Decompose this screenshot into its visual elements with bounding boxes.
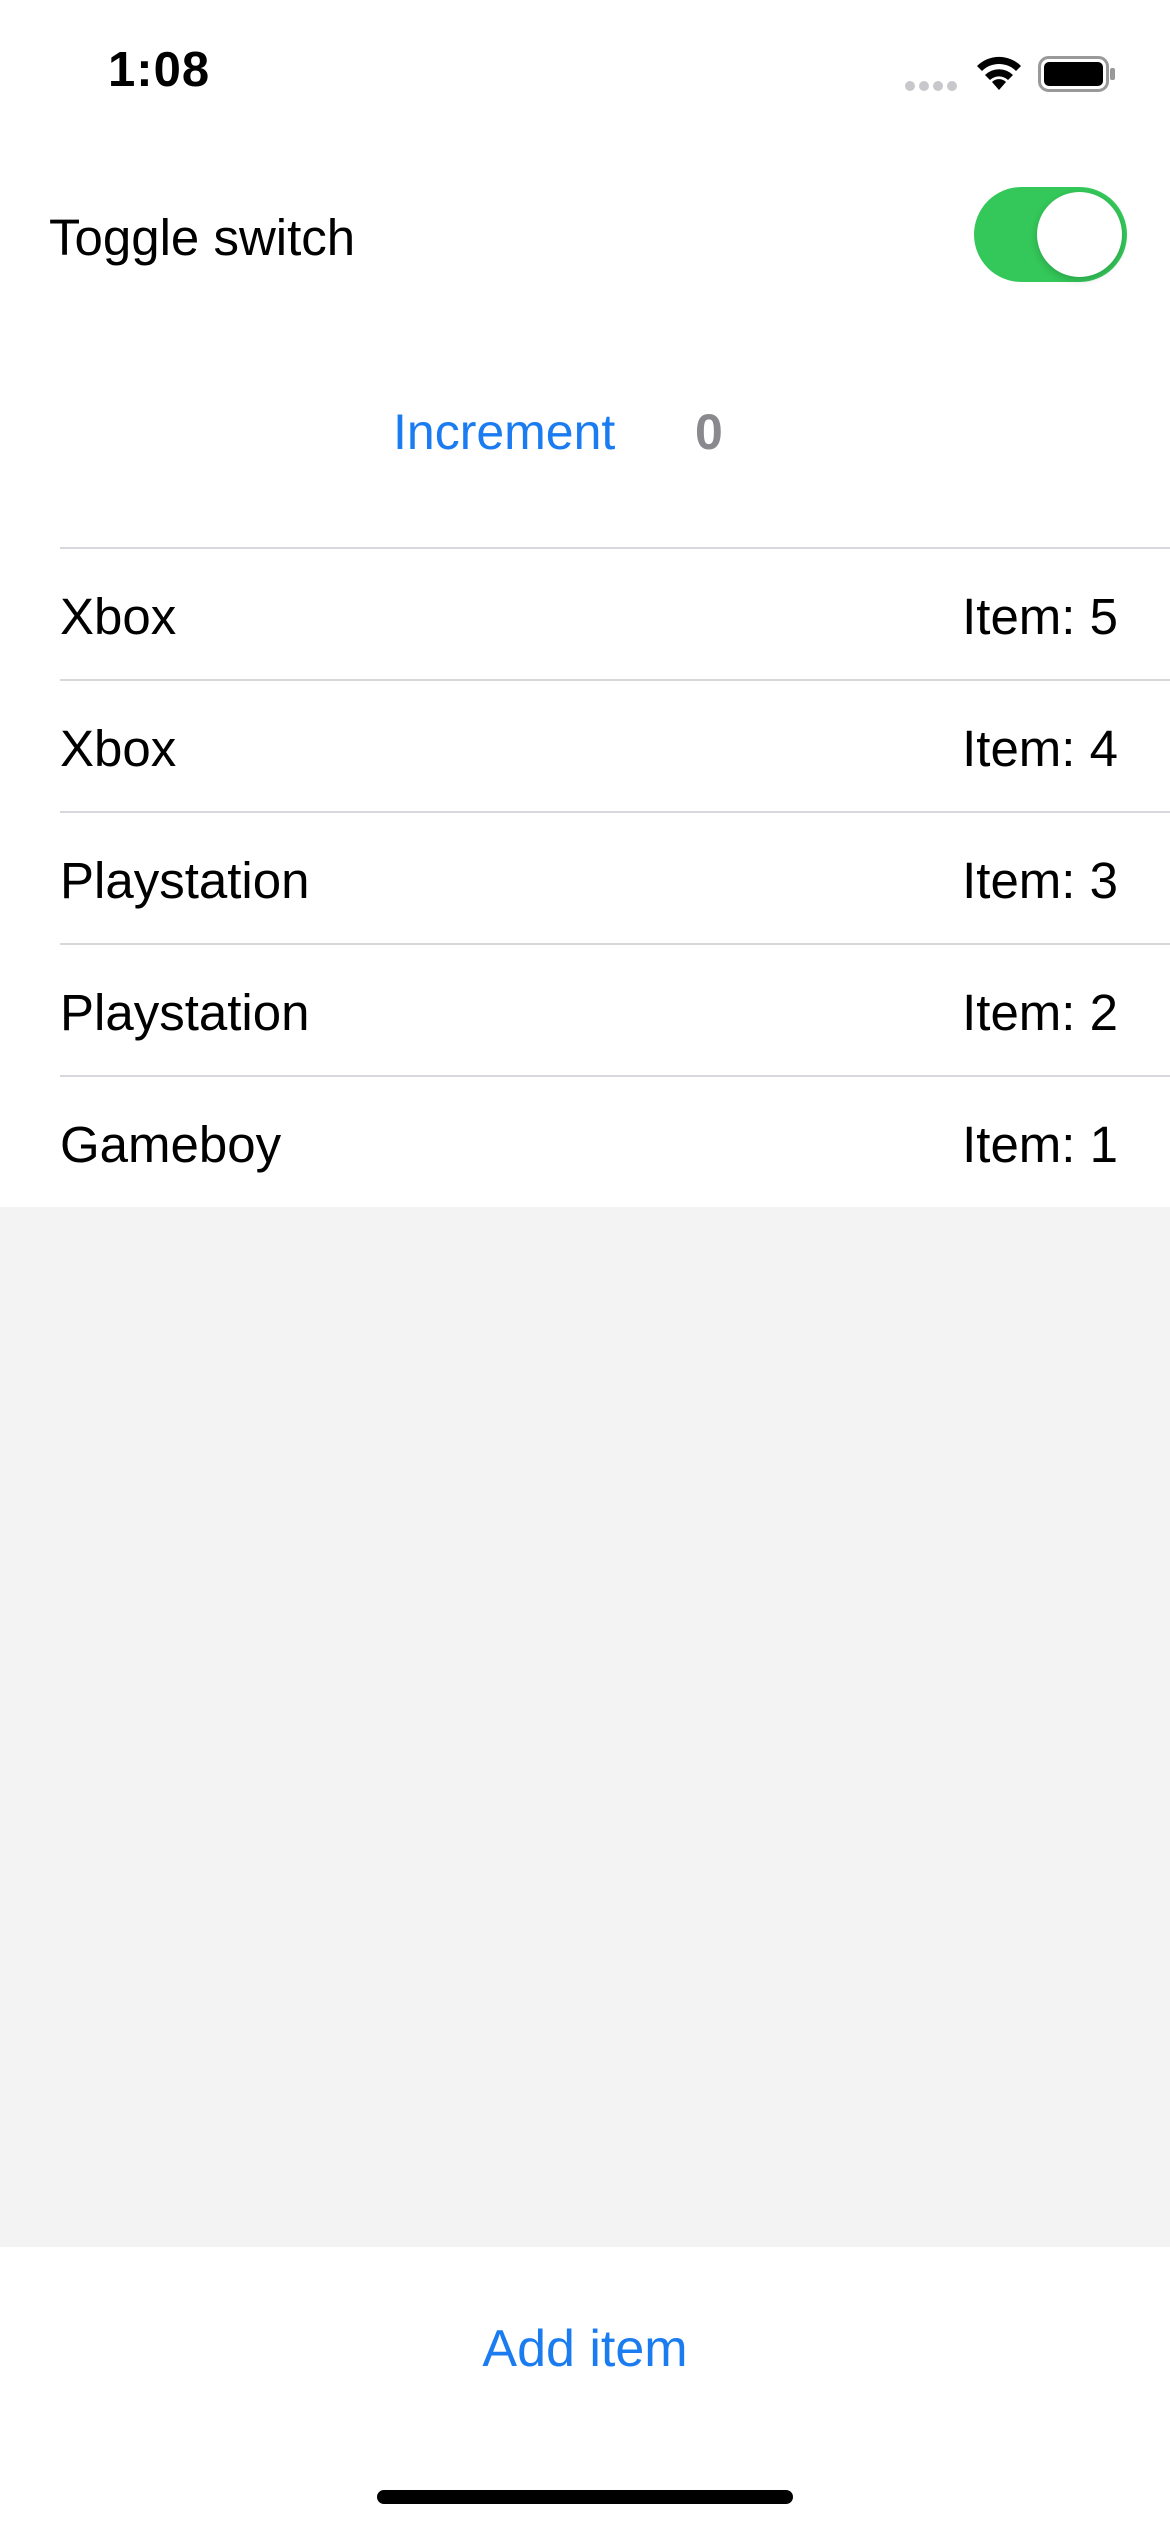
toggle-knob [1037,192,1122,277]
status-bar: 1:08 [0,0,1170,150]
item-name: Playstation [60,852,310,909]
item-list: Xbox Item: 5 Xbox Item: 4 Playstation It… [60,547,1170,1209]
list-item[interactable]: Xbox Item: 4 [60,679,1170,811]
status-time: 1:08 [108,43,211,97]
increment-button[interactable]: Increment [393,403,615,461]
item-value: Item: 1 [962,1116,1118,1173]
item-value: Item: 4 [962,720,1118,777]
item-name: Gameboy [60,1116,282,1173]
item-name: Xbox [60,588,177,645]
item-value: Item: 5 [962,588,1118,645]
list-item[interactable]: Gameboy Item: 1 [60,1075,1170,1209]
list-empty-area [0,1207,1170,2247]
item-value: Item: 2 [962,984,1118,1041]
add-item-button[interactable]: Add item [0,2319,1170,2379]
increment-row: Increment 0 [0,390,1170,480]
wifi-icon [977,56,1021,90]
increment-count: 0 [695,404,723,460]
cellular-signal-icon [905,81,957,91]
list-item[interactable]: Playstation Item: 2 [60,943,1170,1075]
list-item[interactable]: Xbox Item: 5 [60,547,1170,679]
home-indicator [377,2490,793,2504]
item-value: Item: 3 [962,852,1118,909]
item-name: Playstation [60,984,310,1041]
toggle-label: Toggle switch [49,209,356,266]
toggle-switch[interactable] [974,187,1127,282]
battery-icon [1038,56,1115,92]
list-item[interactable]: Playstation Item: 3 [60,811,1170,943]
toggle-row: Toggle switch [0,170,1170,300]
item-name: Xbox [60,720,177,777]
